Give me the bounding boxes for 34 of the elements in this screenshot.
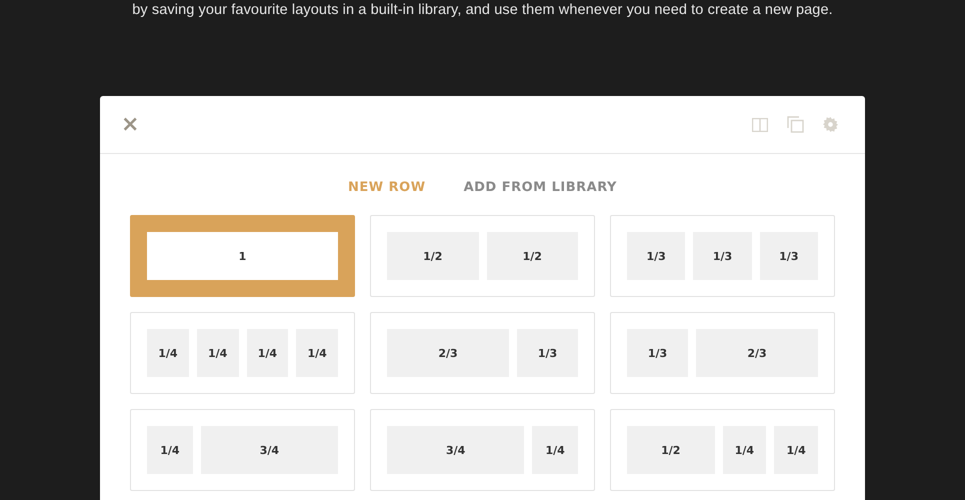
column-block: 1/3 [693,232,752,280]
column-block: 2/3 [696,329,818,377]
layout-option[interactable]: 2/3 1/3 [370,312,595,394]
layout-option[interactable]: 1/3 2/3 [610,312,835,394]
intro-text: by saving your favourite layouts in a built-in library, and use them whenever you need to create a new page. [132,1,833,20]
column-block: 1/3 [627,232,686,280]
column-block: 1 [147,232,338,280]
column-block: 2/3 [387,329,509,377]
column-block: 1/2 [627,426,714,474]
column-block: 1/4 [147,426,193,474]
layout-option[interactable]: 1/2 1/4 1/4 [610,409,835,491]
layout-option[interactable]: 1/4 3/4 [130,409,355,491]
column-block: 1/2 [387,232,478,280]
column-block: 1/4 [722,426,766,474]
settings-icon[interactable] [823,117,838,132]
column-block: 1/2 [486,232,578,280]
column-block: 1/3 [517,329,578,377]
layout-option[interactable]: 1/3 1/3 1/3 [610,215,835,297]
column-block: 1/4 [246,329,288,377]
column-block: 1/3 [627,329,688,377]
column-block: 1/4 [296,329,338,377]
layout-option[interactable]: 1/2 1/2 [370,215,595,297]
column-block: 1/3 [760,232,818,280]
column-block: 1/4 [196,329,238,377]
column-block: 1/4 [532,426,578,474]
layout-option[interactable]: 1 [130,215,355,297]
column-block: 1/4 [774,426,818,474]
layout-option[interactable]: 3/4 1/4 [370,409,595,491]
column-block: 3/4 [387,426,524,474]
layout-option[interactable]: 1/4 1/4 1/4 1/4 [130,312,355,394]
column-block: 1/4 [147,329,189,377]
copy-icon[interactable] [787,116,804,133]
columns-icon[interactable] [752,118,768,132]
column-block: 3/4 [200,426,338,474]
